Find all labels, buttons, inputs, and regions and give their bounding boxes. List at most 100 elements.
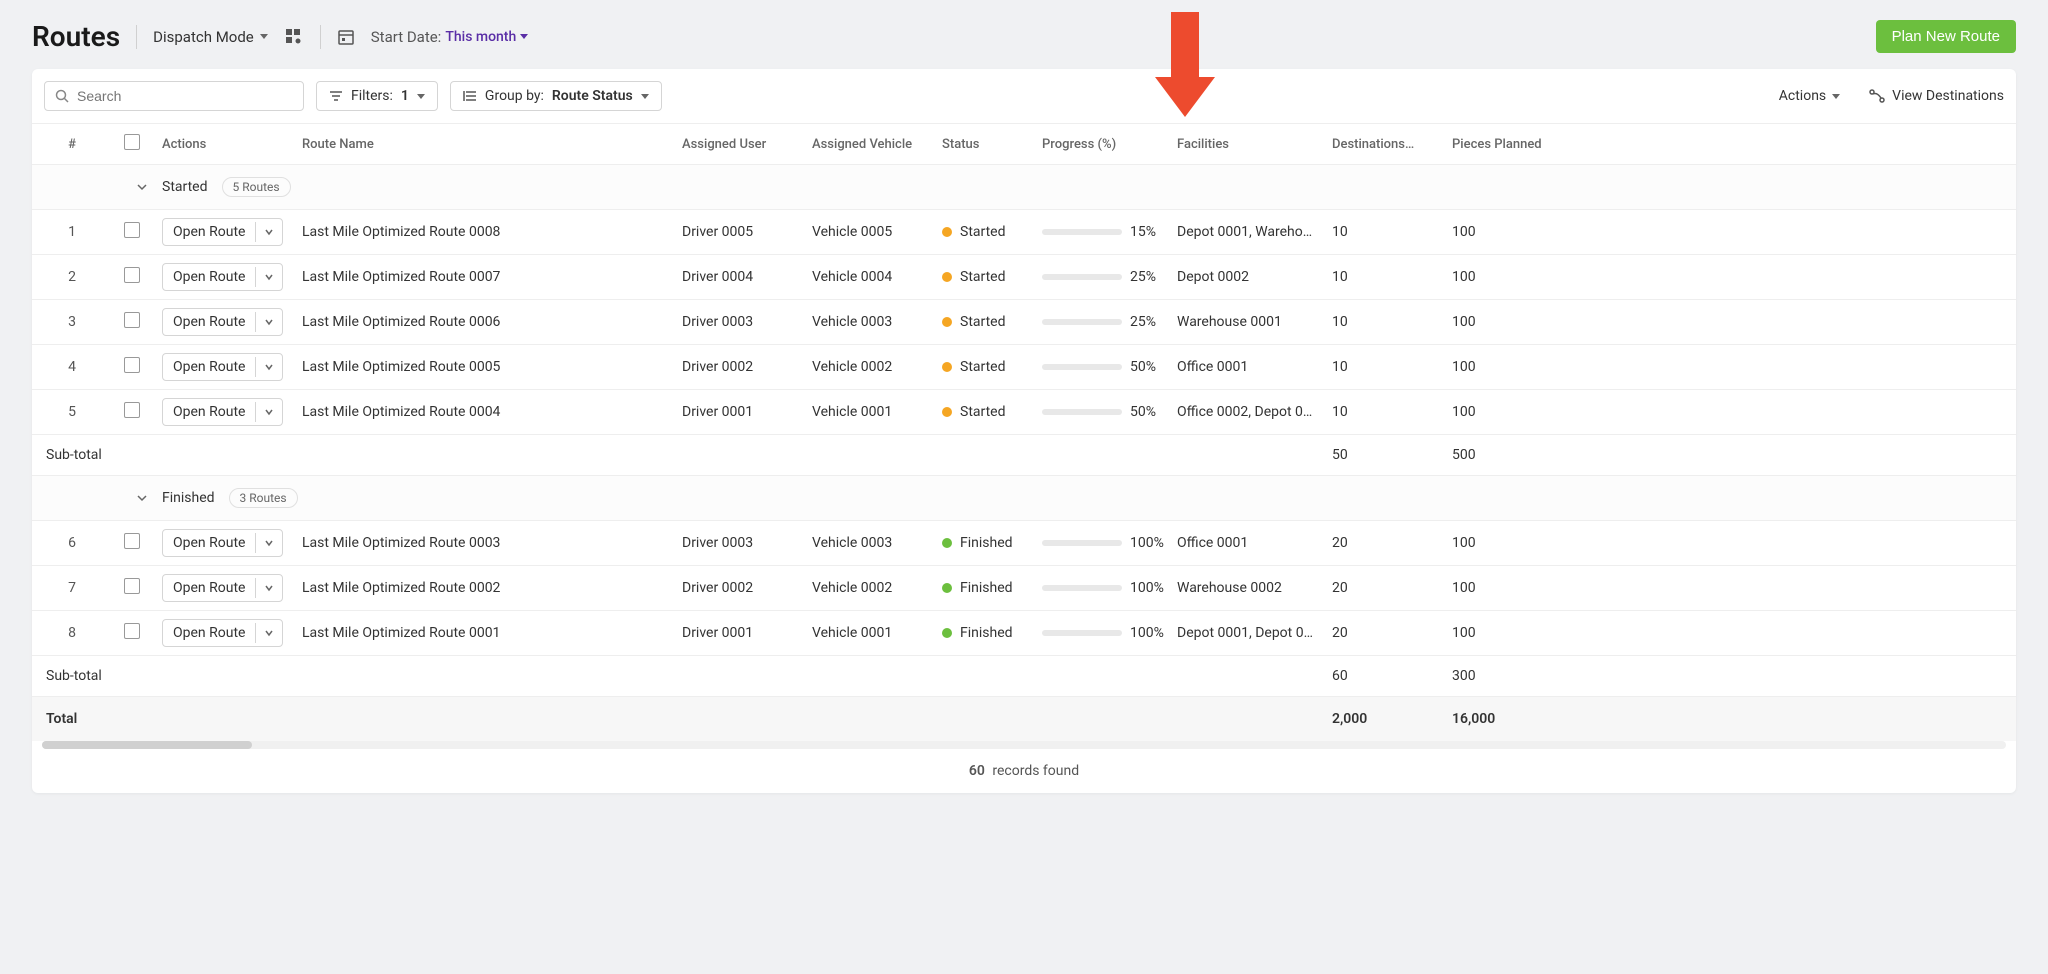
status-text: Started <box>960 314 1006 330</box>
start-date[interactable]: Start Date: This month <box>371 28 528 46</box>
total-label: Total <box>42 711 302 727</box>
open-route-label[interactable]: Open Route <box>163 219 255 245</box>
open-route-label[interactable]: Open Route <box>163 399 255 425</box>
col-progress: Progress (%) <box>1042 137 1177 152</box>
open-route-label[interactable]: Open Route <box>163 575 255 601</box>
assigned-vehicle: Vehicle 0002 <box>812 359 942 375</box>
status-dot <box>942 362 952 372</box>
groupby-value: Route Status <box>552 88 633 104</box>
calendar-icon[interactable] <box>337 28 355 46</box>
open-route-label[interactable]: Open Route <box>163 264 255 290</box>
open-route-button[interactable]: Open Route <box>162 619 283 647</box>
pieces-cell: 100 <box>1452 269 1552 285</box>
open-route-button[interactable]: Open Route <box>162 529 283 557</box>
assigned-vehicle: Vehicle 0002 <box>812 580 942 596</box>
chevron-down-icon <box>260 34 268 39</box>
assigned-user: Driver 0003 <box>682 314 812 330</box>
row-number: 7 <box>42 580 102 596</box>
assigned-user: Driver 0003 <box>682 535 812 551</box>
open-route-button[interactable]: Open Route <box>162 308 283 336</box>
table-row: 2 Open Route Last Mile Optimized Route 0… <box>32 255 2016 300</box>
chevron-down-icon <box>641 94 649 99</box>
col-assigned-user: Assigned User <box>682 137 812 152</box>
group-name: Started <box>162 179 208 195</box>
pieces-cell: 100 <box>1452 314 1552 330</box>
scrollbar-thumb[interactable] <box>42 741 252 749</box>
open-route-dropdown[interactable] <box>255 312 282 332</box>
routes-table: # Actions Route Name Assigned User Assig… <box>32 124 2016 793</box>
facilities-cell: Depot 0002 <box>1177 269 1332 285</box>
destinations-cell: 10 <box>1332 224 1452 240</box>
top-bar: Routes Dispatch Mode Start Date: This mo… <box>32 20 2016 53</box>
pieces-cell: 100 <box>1452 359 1552 375</box>
open-route-dropdown[interactable] <box>255 402 282 422</box>
facilities-cell: Office 0001 <box>1177 359 1332 375</box>
open-route-dropdown[interactable] <box>255 623 282 643</box>
progress-bar <box>1042 585 1122 591</box>
groupby-button[interactable]: Group by: Route Status <box>450 81 662 111</box>
progress-cell: 100% <box>1042 580 1177 596</box>
open-route-button[interactable]: Open Route <box>162 218 283 246</box>
search-input-wrapper[interactable] <box>44 81 304 111</box>
horizontal-scrollbar[interactable] <box>42 741 2006 749</box>
group-header[interactable]: Finished 3 Routes <box>32 476 2016 521</box>
row-checkbox[interactable] <box>124 222 140 238</box>
open-route-dropdown[interactable] <box>255 222 282 242</box>
panel-toolbar: Filters: 1 Group by: Route Status Action… <box>32 69 2016 124</box>
start-date-label: Start Date: <box>371 28 442 46</box>
open-route-dropdown[interactable] <box>255 357 282 377</box>
dispatch-mode-label: Dispatch Mode <box>153 28 254 46</box>
plan-new-route-button[interactable]: Plan New Route <box>1876 20 2016 53</box>
status-dot <box>942 317 952 327</box>
progress-cell: 25% <box>1042 269 1177 285</box>
row-checkbox[interactable] <box>124 623 140 639</box>
col-facilities: Facilities <box>1177 137 1332 152</box>
row-checkbox[interactable] <box>124 267 140 283</box>
pieces-cell: 100 <box>1452 535 1552 551</box>
row-checkbox[interactable] <box>124 402 140 418</box>
row-checkbox[interactable] <box>124 533 140 549</box>
open-route-button[interactable]: Open Route <box>162 398 283 426</box>
open-route-button[interactable]: Open Route <box>162 574 283 602</box>
row-number: 3 <box>42 314 102 330</box>
destinations-cell: 10 <box>1332 269 1452 285</box>
actions-label: Actions <box>1779 88 1826 104</box>
open-route-label[interactable]: Open Route <box>163 620 255 646</box>
open-route-label[interactable]: Open Route <box>163 354 255 380</box>
view-destinations-button[interactable]: View Destinations <box>1868 88 2004 104</box>
select-all-checkbox[interactable] <box>124 134 140 150</box>
status-text: Started <box>960 269 1006 285</box>
status-text: Finished <box>960 625 1013 641</box>
route-name: Last Mile Optimized Route 0004 <box>302 404 682 420</box>
search-input[interactable] <box>77 88 293 104</box>
progress-value: 100% <box>1130 535 1164 551</box>
filters-button[interactable]: Filters: 1 <box>316 81 438 111</box>
open-route-dropdown[interactable] <box>255 533 282 553</box>
assigned-vehicle: Vehicle 0001 <box>812 625 942 641</box>
open-route-button[interactable]: Open Route <box>162 263 283 291</box>
assigned-user: Driver 0004 <box>682 269 812 285</box>
open-route-label[interactable]: Open Route <box>163 530 255 556</box>
row-checkbox[interactable] <box>124 312 140 328</box>
group-header[interactable]: Started 5 Routes <box>32 165 2016 210</box>
open-route-dropdown[interactable] <box>255 267 282 287</box>
route-name: Last Mile Optimized Route 0006 <box>302 314 682 330</box>
open-route-dropdown[interactable] <box>255 578 282 598</box>
row-checkbox[interactable] <box>124 357 140 373</box>
row-checkbox[interactable] <box>124 578 140 594</box>
col-pieces: Pieces Planned <box>1452 137 1552 152</box>
status-text: Started <box>960 224 1006 240</box>
open-route-label[interactable]: Open Route <box>163 309 255 335</box>
dispatch-mode-select[interactable]: Dispatch Mode <box>153 28 268 46</box>
actions-dropdown[interactable]: Actions <box>1779 88 1840 104</box>
layout-icon[interactable] <box>284 27 304 47</box>
route-name: Last Mile Optimized Route 0007 <box>302 269 682 285</box>
destinations-cell: 10 <box>1332 314 1452 330</box>
open-route-button[interactable]: Open Route <box>162 353 283 381</box>
total-pieces: 16,000 <box>1452 711 1552 727</box>
assigned-vehicle: Vehicle 0001 <box>812 404 942 420</box>
view-destinations-label: View Destinations <box>1892 88 2004 104</box>
group-count-badge: 5 Routes <box>222 177 291 197</box>
progress-value: 25% <box>1130 269 1156 285</box>
facilities-cell: Office 0001 <box>1177 535 1332 551</box>
